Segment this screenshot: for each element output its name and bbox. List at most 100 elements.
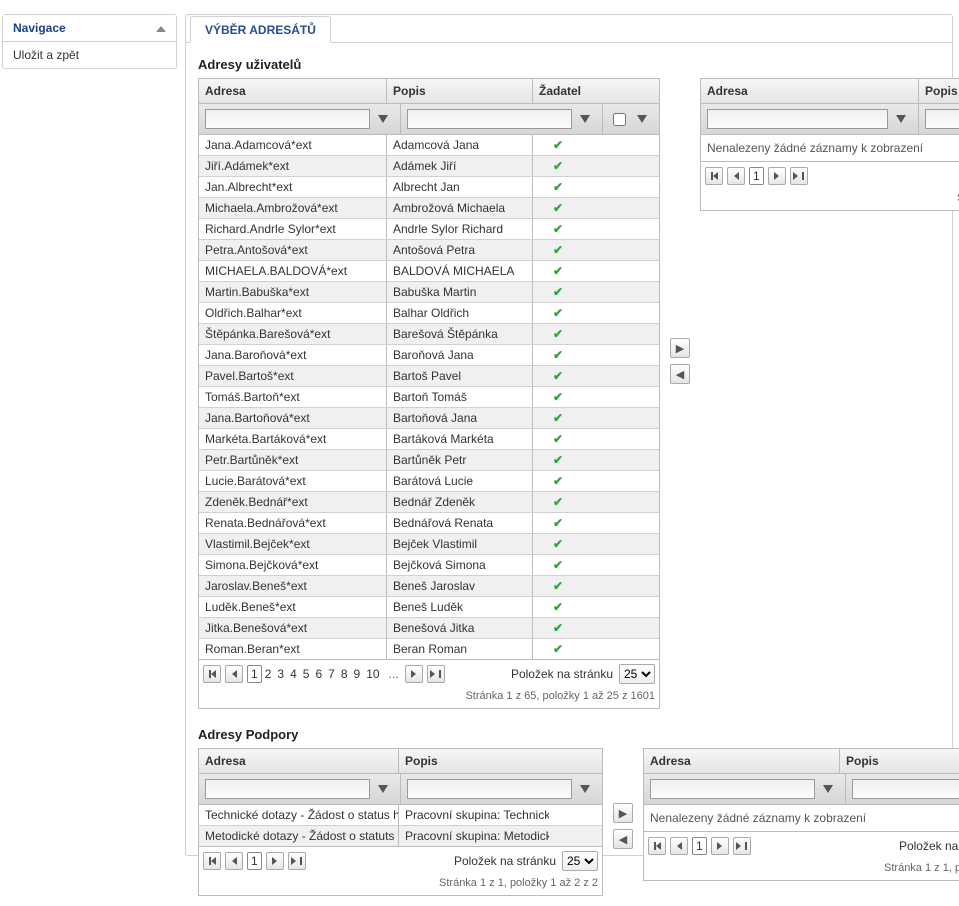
nav-header[interactable]: Navigace <box>3 15 176 42</box>
cell-adresa: Petr.Bartůněk*ext <box>199 450 387 470</box>
pager-page-1[interactable]: 1 <box>247 665 262 683</box>
check-icon: ✔ <box>553 537 563 551</box>
filter-input-popis[interactable] <box>925 109 959 129</box>
table-row[interactable]: Luděk.Beneš*extBeneš Luděk✔ <box>199 597 659 618</box>
pager-last-button[interactable] <box>733 837 751 855</box>
filter-input-adresa[interactable] <box>707 109 888 129</box>
pager-next-button[interactable] <box>405 665 423 683</box>
table-row[interactable]: Simona.Bejčková*extBejčková Simona✔ <box>199 555 659 576</box>
table-row[interactable]: Richard.Andrle Sylor*extAndrle Sylor Ric… <box>199 219 659 240</box>
pager-next-button[interactable] <box>768 167 786 185</box>
table-row[interactable]: Jiří.Adámek*extAdámek Jiří✔ <box>199 156 659 177</box>
table-row[interactable]: Oldřich.Balhar*extBalhar Oldřich✔ <box>199 303 659 324</box>
page-size-select[interactable]: 25 <box>619 664 655 684</box>
pager-page-5[interactable]: 5 <box>300 666 313 682</box>
col-header-popis[interactable]: Popis <box>919 79 959 103</box>
cell-zadatel: ✔ <box>533 618 583 638</box>
pager-page-2[interactable]: 2 <box>262 666 275 682</box>
pager-page-6[interactable]: 6 <box>312 666 325 682</box>
pager-next-button[interactable] <box>266 852 284 870</box>
table-row[interactable]: Vlastimil.Bejček*extBejček Vlastimil✔ <box>199 534 659 555</box>
nav-item-save-back[interactable]: Uložit a zpět <box>3 42 176 68</box>
table-row[interactable]: Zdeněk.Bednář*extBednář Zdeněk✔ <box>199 492 659 513</box>
filter-input-adresa[interactable] <box>650 779 815 799</box>
col-header-popis[interactable]: Popis <box>840 749 958 773</box>
filter-icon[interactable] <box>890 109 912 129</box>
col-header-adresa[interactable]: Adresa <box>701 79 919 103</box>
table-row[interactable]: Markéta.Bartáková*extBartáková Markéta✔ <box>199 429 659 450</box>
filter-input-popis[interactable] <box>852 779 959 799</box>
table-row[interactable]: Petra.Antošová*extAntošová Petra✔ <box>199 240 659 261</box>
table-row[interactable]: Michaela.Ambrožová*extAmbrožová Michaela… <box>199 198 659 219</box>
filter-icon[interactable] <box>631 109 653 129</box>
pager-next-button[interactable] <box>711 837 729 855</box>
filter-checkbox-zadatel[interactable] <box>613 113 626 126</box>
pager-last-button[interactable] <box>790 167 808 185</box>
pager-page-current[interactable]: 1 <box>749 167 764 185</box>
filter-input-adresa[interactable] <box>205 779 370 799</box>
pager-first-button[interactable] <box>203 852 221 870</box>
pager-page-4[interactable]: 4 <box>287 666 300 682</box>
filter-icon[interactable] <box>574 109 596 129</box>
cell-adresa: Martin.Babuška*ext <box>199 282 387 302</box>
filter-input-popis[interactable] <box>407 109 572 129</box>
filter-icon[interactable] <box>372 779 394 799</box>
table-row[interactable]: Technické dotazy - Žádost o status hod…P… <box>199 805 602 826</box>
table-row[interactable]: Martin.Babuška*extBabuška Martin✔ <box>199 282 659 303</box>
table-row[interactable]: Jan.Albrecht*extAlbrecht Jan✔ <box>199 177 659 198</box>
table-row[interactable]: Jana.Baroňová*extBaroňová Jana✔ <box>199 345 659 366</box>
col-header-popis[interactable]: Popis <box>399 749 549 773</box>
col-header-adresa[interactable]: Adresa <box>644 749 840 773</box>
cell-zadatel: ✔ <box>533 324 583 344</box>
pager-page-3[interactable]: 3 <box>274 666 287 682</box>
tab-recipient-selection[interactable]: VÝBĚR ADRESÁTŮ <box>190 16 331 43</box>
filter-icon[interactable] <box>574 779 596 799</box>
pager-first-button[interactable] <box>648 837 666 855</box>
col-header-popis[interactable]: Popis <box>387 79 533 103</box>
cell-popis: Bartůněk Petr <box>387 450 533 470</box>
pager-first-button[interactable] <box>705 167 723 185</box>
col-header-zadatel[interactable]: Žadatel <box>533 79 587 103</box>
filter-icon[interactable] <box>372 109 394 129</box>
pager-prev-button[interactable] <box>225 665 243 683</box>
pager-page-8[interactable]: 8 <box>338 666 351 682</box>
col-header-adresa[interactable]: Adresa <box>199 79 387 103</box>
table-row[interactable]: MICHAELA.BALDOVÁ*extBALDOVÁ MICHAELA✔ <box>199 261 659 282</box>
filter-icon[interactable] <box>817 779 839 799</box>
col-header-adresa[interactable]: Adresa <box>199 749 399 773</box>
page-size-select[interactable]: 25 <box>562 851 598 871</box>
pager-page-9[interactable]: 9 <box>351 666 364 682</box>
pager-last-button[interactable] <box>288 852 306 870</box>
move-left-button[interactable]: ◀ <box>670 364 690 384</box>
pager-first-button[interactable] <box>203 665 221 683</box>
table-row[interactable]: Metodické dotazy - Žádost o statuts ho…P… <box>199 826 602 846</box>
table-row[interactable]: Petr.Bartůněk*extBartůněk Petr✔ <box>199 450 659 471</box>
table-row[interactable]: Lucie.Barátová*extBarátová Lucie✔ <box>199 471 659 492</box>
move-left-button[interactable]: ◀ <box>613 829 633 849</box>
table-row[interactable]: Pavel.Bartoš*extBartoš Pavel✔ <box>199 366 659 387</box>
pager-prev-button[interactable] <box>225 852 243 870</box>
table-row[interactable]: Štěpánka.Barešová*extBarešová Štěpánka✔ <box>199 324 659 345</box>
filter-input-adresa[interactable] <box>205 109 370 129</box>
pager-page-10[interactable]: 10 <box>363 666 382 682</box>
table-row[interactable]: Jitka.Benešová*extBenešová Jitka✔ <box>199 618 659 639</box>
move-right-button[interactable]: ▶ <box>670 338 690 358</box>
pager-last-button[interactable] <box>427 665 445 683</box>
table-row[interactable]: Renata.Bednářová*extBednářová Renata✔ <box>199 513 659 534</box>
pager-page-current[interactable]: 1 <box>692 837 707 855</box>
pager-page-current[interactable]: 1 <box>247 852 262 870</box>
pager-prev-button[interactable] <box>727 167 745 185</box>
cell-zadatel: ✔ <box>533 240 583 260</box>
filter-input-popis[interactable] <box>407 779 572 799</box>
cell-zadatel: ✔ <box>533 198 583 218</box>
move-right-button[interactable]: ▶ <box>613 803 633 823</box>
cell-popis: Andrle Sylor Richard <box>387 219 533 239</box>
table-row[interactable]: Roman.Beran*extBeran Roman✔ <box>199 639 659 659</box>
pager-prev-button[interactable] <box>670 837 688 855</box>
table-row[interactable]: Tomáš.Bartoň*extBartoň Tomáš✔ <box>199 387 659 408</box>
table-row[interactable]: Jana.Adamcová*extAdamcová Jana✔ <box>199 135 659 156</box>
pager-page-7[interactable]: 7 <box>325 666 338 682</box>
cell-adresa: Jana.Bartoňová*ext <box>199 408 387 428</box>
table-row[interactable]: Jaroslav.Beneš*extBeneš Jaroslav✔ <box>199 576 659 597</box>
table-row[interactable]: Jana.Bartoňová*extBartoňová Jana✔ <box>199 408 659 429</box>
